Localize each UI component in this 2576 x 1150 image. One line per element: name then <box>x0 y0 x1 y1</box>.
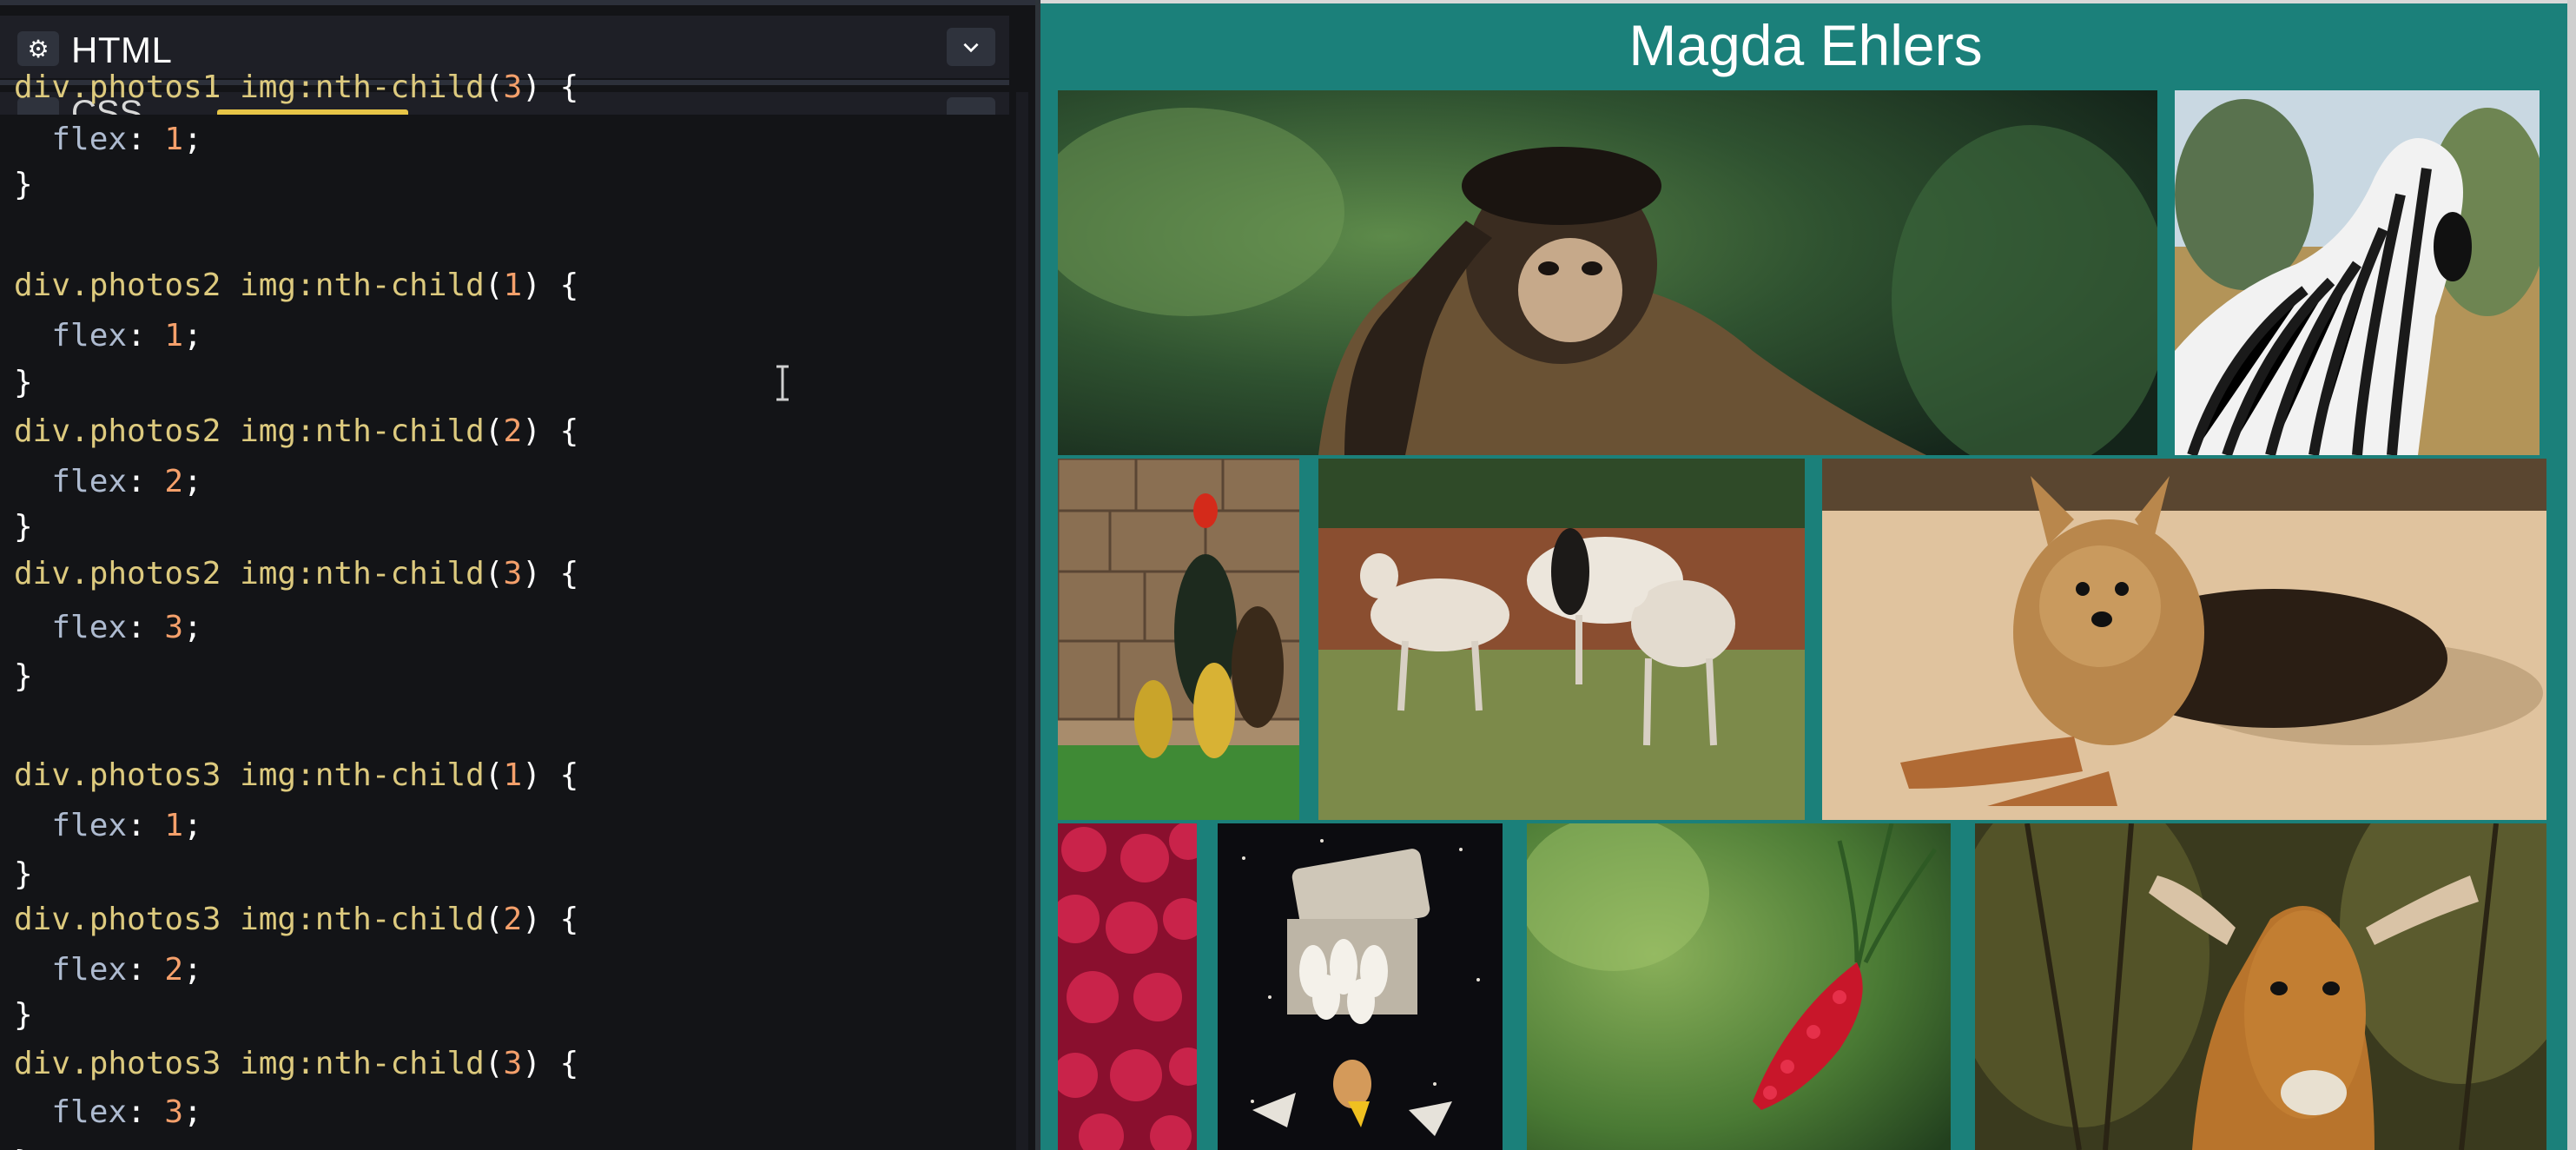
page-title: Magda Ehlers <box>1628 13 1983 77</box>
code-line[interactable]: } <box>14 994 33 1037</box>
code-line[interactable]: div.photos3 img:nth-child(1) { <box>14 754 578 797</box>
code-line[interactable]: flex: 3; <box>14 1091 201 1134</box>
code-line[interactable]: } <box>14 1141 33 1150</box>
code-line[interactable]: flex: 1; <box>14 804 201 848</box>
photo-zebra <box>2175 90 2540 455</box>
chevron-down-icon[interactable] <box>947 28 995 66</box>
code-line[interactable]: flex: 1; <box>14 118 201 162</box>
photo-eggs <box>1218 823 1503 1150</box>
code-line[interactable]: div.photos1 img:nth-child(3) { <box>14 66 578 109</box>
code-line[interactable]: div.photos2 img:nth-child(3) { <box>14 552 578 596</box>
preview-right-border <box>2567 0 2576 1150</box>
photo-sheep <box>1318 459 1805 820</box>
preview-left-border <box>1035 0 1040 1150</box>
photo-monkey <box>1058 90 2157 455</box>
code-line[interactable]: flex: 2; <box>14 460 201 504</box>
code-line[interactable]: } <box>14 506 33 549</box>
photo-roosters <box>1058 459 1299 820</box>
code-line[interactable]: div.photos3 img:nth-child(2) { <box>14 898 578 942</box>
preview-pane: Magda Ehlers <box>1035 0 2576 1150</box>
code-line[interactable]: flex: 2; <box>14 948 201 992</box>
chevron-down-icon[interactable] <box>947 97 995 115</box>
code-line[interactable]: div.photos2 img:nth-child(2) { <box>14 410 578 453</box>
photo-raspberries <box>1058 823 1197 1150</box>
preview-top-border <box>1035 0 2576 3</box>
search-highlight <box>217 109 408 115</box>
photo-impala <box>1975 823 2546 1150</box>
code-line[interactable]: flex: 3; <box>14 606 201 650</box>
text-cursor-icon <box>776 365 789 401</box>
editor-scrollbar[interactable] <box>1016 92 1028 1150</box>
html-panel-title: HTML <box>71 30 173 70</box>
code-line[interactable]: flex: 1; <box>14 314 201 358</box>
photo-yorkshire-terrier <box>1822 459 2546 820</box>
code-line[interactable]: } <box>14 163 33 207</box>
editor-top-strip <box>0 0 1035 5</box>
photo-bottlebrush-flower <box>1527 823 1951 1150</box>
gear-icon[interactable]: ⚙ <box>17 31 59 66</box>
code-line[interactable]: } <box>14 853 33 896</box>
code-line[interactable]: div.photos2 img:nth-child(1) { <box>14 264 578 307</box>
code-line[interactable]: } <box>14 655 33 698</box>
code-editor[interactable]: ⚙ HTML CSS div.photos1 img:nth-child(3) … <box>0 0 1035 1150</box>
code-line[interactable]: } <box>14 361 33 405</box>
code-line[interactable]: div.photos3 img:nth-child(3) { <box>14 1042 578 1086</box>
